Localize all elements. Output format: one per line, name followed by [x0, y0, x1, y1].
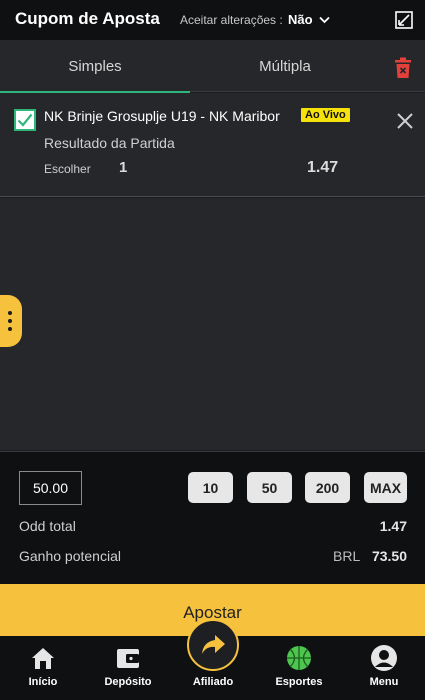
selection-checkbox[interactable]: [14, 109, 36, 131]
nav-item-menu[interactable]: Menu: [344, 636, 424, 700]
tab-multipla-label: Múltipla: [259, 57, 311, 75]
check-icon: [17, 113, 33, 127]
dot: [8, 319, 12, 323]
dot: [8, 327, 12, 331]
bet-selection-card: NK Brinje Grosuplje U19 - NK Maribor Ao …: [0, 93, 425, 197]
close-icon[interactable]: [396, 112, 414, 130]
currency-label: BRL: [333, 548, 361, 564]
wallet-icon: [117, 649, 139, 668]
bet-type-tabs: Simples Múltipla: [0, 40, 425, 93]
accept-changes-dropdown[interactable]: Não: [288, 12, 330, 27]
nav-label-deposito: Depósito: [104, 676, 152, 688]
potential-win-value: 73.50: [371, 548, 407, 564]
bet-slip-header: Cupom de Aposta Aceitar alterações : Não: [0, 0, 425, 40]
tab-multipla[interactable]: Múltipla: [190, 40, 380, 92]
collapse-icon[interactable]: [395, 11, 413, 29]
accept-changes-label: Aceitar alterações :: [180, 13, 283, 27]
more-options-handle[interactable]: [0, 295, 22, 347]
stake-input[interactable]: 50.00: [19, 471, 82, 505]
nav-label-menu: Menu: [369, 676, 399, 688]
share-icon: [202, 635, 225, 654]
nav-item-deposito[interactable]: Depósito: [88, 636, 168, 700]
potential-win-label: Ganho potencial: [19, 548, 121, 564]
nav-item-esportes[interactable]: Esportes: [259, 636, 339, 700]
page-title: Cupom de Aposta: [15, 9, 160, 28]
odd-total-label: Odd total: [19, 518, 76, 534]
slip-empty-area: [0, 198, 425, 450]
nav-item-afiliado[interactable]: [187, 619, 239, 671]
odd-total-value: 1.47: [379, 518, 407, 534]
live-badge: Ao Vivo: [301, 108, 350, 122]
quick-stake-50-button[interactable]: 50: [247, 472, 292, 503]
basketball-icon: [287, 646, 311, 670]
trash-icon[interactable]: [393, 57, 413, 79]
tab-simples[interactable]: Simples: [0, 40, 190, 93]
accept-changes-value: Não: [288, 12, 313, 27]
nav-label-esportes: Esportes: [275, 676, 323, 688]
chevron-down-icon: [318, 16, 330, 23]
nav-label-inicio: Início: [28, 676, 58, 688]
quick-stake-200-button[interactable]: 200: [305, 472, 350, 503]
pick-label: Escolher: [44, 162, 91, 176]
home-icon: [32, 648, 54, 669]
selection-odd: 1.47: [307, 159, 339, 176]
stake-panel: 50.00 10 50 200 MAX Odd total 1.47 Ganho…: [0, 451, 425, 584]
user-icon: [371, 645, 397, 671]
quick-stake-max-button[interactable]: MAX: [364, 472, 407, 503]
dot: [8, 311, 12, 315]
market-name: Resultado da Partida: [44, 135, 175, 151]
tab-simples-label: Simples: [68, 57, 122, 75]
nav-item-inicio[interactable]: Início: [3, 636, 83, 700]
match-name: NK Brinje Grosuplje U19 - NK Maribor: [44, 108, 280, 124]
quick-stake-10-button[interactable]: 10: [188, 472, 233, 503]
pick-value: 1: [119, 159, 128, 176]
nav-label-afiliado: Afiliado: [192, 676, 234, 688]
